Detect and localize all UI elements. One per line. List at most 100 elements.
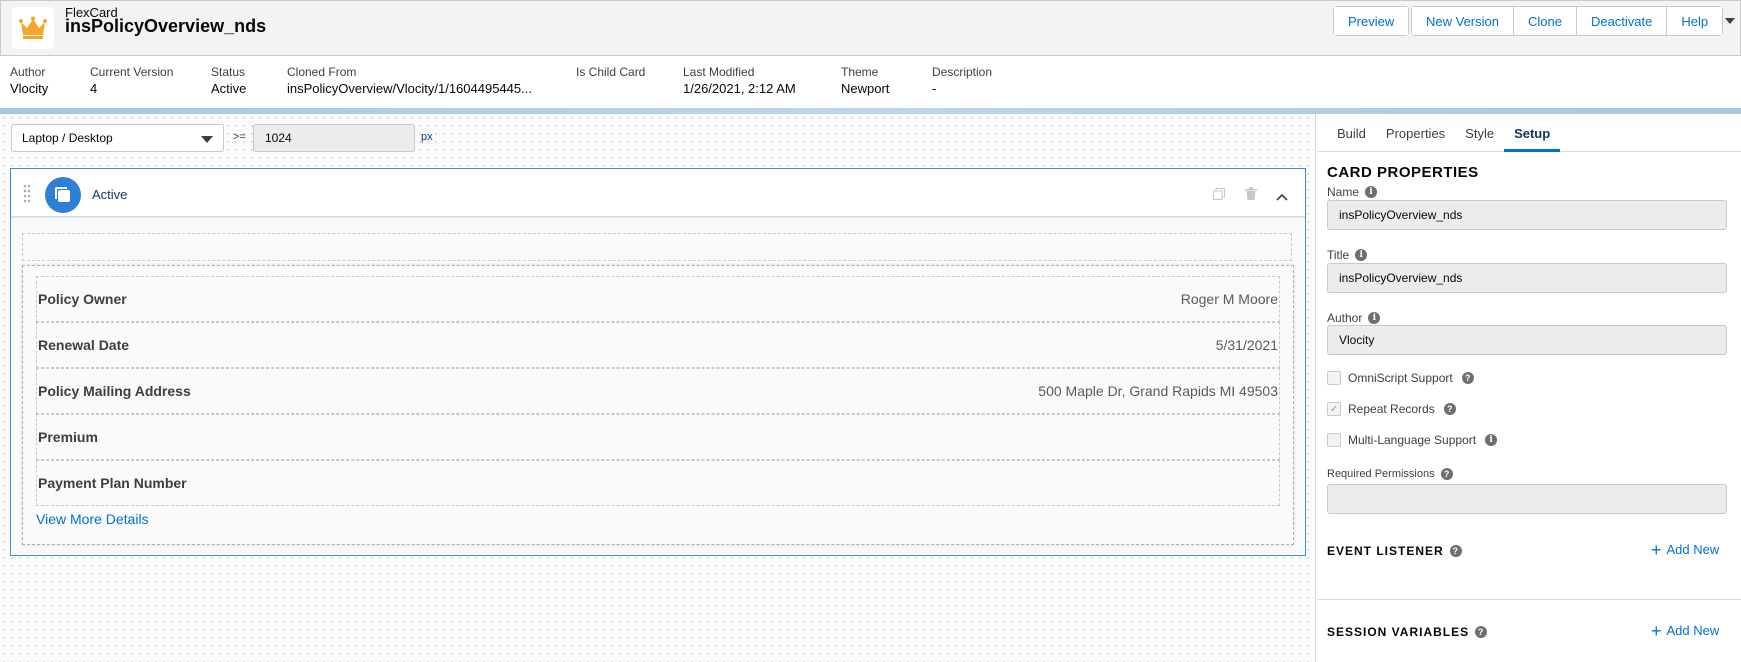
add-new-label: Add New [1666,623,1720,638]
help-icon[interactable]: ? [1461,372,1474,384]
field-value: Roger M Moore [1180,291,1278,307]
title-input[interactable]: insPolicyOverview_nds [1327,263,1727,293]
meta-author: Author Vlocity [10,65,49,96]
px-unit-label: px [421,131,433,143]
info-icon[interactable]: i [1355,249,1368,261]
app-header: FlexCard insPolicyOverview_nds Preview N… [0,0,1741,56]
session-variables-heading: SESSION VARIABLES ? [1327,625,1488,639]
device-select[interactable]: Laptop / Desktop [11,124,224,152]
author-label: Author i [1327,311,1381,325]
crown-icon [12,7,54,49]
event-listener-heading: EVENT LISTENER ? [1327,544,1462,558]
card-metadata: Author Vlocity Current Version 4 Status Act… [0,56,1741,108]
field-list: Policy Owner Roger M Moore Renewal Date … [36,276,1280,506]
field-payment-plan-number[interactable]: Payment Plan Number [36,460,1280,506]
new-version-button[interactable]: New Version [1412,7,1514,35]
repeat-records-label: Repeat Records [1348,402,1435,416]
session-variables-text: SESSION VARIABLES [1327,625,1470,639]
design-canvas: Laptop / Desktop >= 1024 px Active Polic… [0,114,1316,662]
field-label: Premium [38,429,98,445]
required-permissions-label-text: Required Permissions [1327,468,1435,480]
field-block[interactable]: Policy Owner Roger M Moore Renewal Date … [22,265,1294,545]
meta-cloned-from: Cloned From insPolicyOverview/Vlocity/1/1… [287,65,532,96]
drop-zone[interactable] [22,233,1292,261]
field-value: 5/31/2021 [1215,337,1278,353]
help-icon[interactable]: ? [1443,403,1456,415]
field-label: Policy Mailing Address [38,383,191,399]
breakpoint-width-input[interactable]: 1024 [253,124,415,152]
trash-icon[interactable] [1245,187,1257,205]
required-permissions-label: Required Permissions ? [1327,468,1453,480]
meta-description: Description - [932,65,993,96]
event-listener-text: EVENT LISTENER [1327,544,1444,558]
clone-button[interactable]: Clone [1513,7,1577,35]
field-premium[interactable]: Premium [36,414,1280,460]
meta-last-modified: Last Modified 1/26/2021, 2:12 AM [683,65,796,96]
help-icon[interactable]: ? [1449,545,1462,557]
state-label: Active [92,187,128,202]
author-input[interactable]: Vlocity [1327,325,1727,355]
copy-icon[interactable] [1213,187,1225,205]
repeat-records-row: ✓ Repeat Records ? [1327,402,1456,416]
help-button[interactable]: Help [1667,7,1723,35]
deactivate-button[interactable]: Deactivate [1576,7,1668,35]
divider [1317,599,1741,600]
chevron-down-icon[interactable] [1720,6,1740,36]
help-icon[interactable]: ? [1475,626,1488,638]
chevron-up-icon[interactable] [1276,188,1288,206]
required-permissions-input[interactable] [1327,484,1727,514]
add-event-listener-button[interactable]: + Add New [1651,539,1720,560]
card-state-container[interactable]: Active Policy Owner Roger M Moore Renewa… [10,168,1306,556]
add-session-variable-button[interactable]: + Add New [1651,620,1720,641]
meta-status: Status Active [211,65,247,96]
omniscript-support-row: OmniScript Support ? [1327,371,1474,385]
card-state-header: Active [11,169,1305,217]
panel-tabs: Build Properties Style Setup [1317,114,1741,152]
preview-button-group: Preview [1333,6,1410,36]
omniscript-support-checkbox[interactable] [1327,371,1341,385]
tab-build[interactable]: Build [1327,114,1376,152]
plus-icon: + [1651,539,1662,560]
multi-language-support-row: Multi-Language Support i [1327,433,1498,447]
title-label: Title i [1327,248,1368,262]
field-renewal-date[interactable]: Renewal Date 5/31/2021 [36,322,1280,368]
info-icon[interactable]: i [1368,312,1381,324]
name-label: Name i [1327,185,1378,199]
tab-style[interactable]: Style [1455,114,1504,152]
page-title: insPolicyOverview_nds [65,16,267,36]
plus-icon: + [1651,620,1662,641]
name-input[interactable]: insPolicyOverview_nds [1327,200,1727,230]
name-label-text: Name [1327,185,1360,199]
omniscript-support-label: OmniScript Support [1348,371,1453,385]
view-more-details-link[interactable]: View More Details [36,511,149,527]
action-button-group: New Version Clone Deactivate Help [1411,6,1724,36]
add-new-label: Add New [1666,542,1720,557]
meta-theme: Theme Newport [841,65,890,96]
field-policy-mailing-address[interactable]: Policy Mailing Address 500 Maple Dr, Gra… [36,368,1280,414]
preview-button[interactable]: Preview [1334,7,1409,35]
card-properties-heading: CARD PROPERTIES [1327,164,1479,181]
field-label: Renewal Date [38,337,130,353]
multi-language-support-label: Multi-Language Support [1348,433,1477,447]
meta-current-version: Current Version 4 [90,65,174,96]
gte-label: >= [233,131,246,143]
info-icon[interactable]: i [1485,434,1498,446]
info-icon[interactable]: i [1365,186,1378,198]
help-icon[interactable]: ? [1440,468,1453,480]
field-policy-owner[interactable]: Policy Owner Roger M Moore [36,276,1280,322]
repeat-records-checkbox[interactable]: ✓ [1327,402,1341,416]
field-label: Payment Plan Number [38,475,187,491]
multi-language-support-checkbox[interactable] [1327,433,1341,447]
title-label-text: Title [1327,248,1350,262]
drag-handle-icon[interactable] [23,184,31,204]
tab-properties[interactable]: Properties [1376,114,1455,152]
caret-down-icon [201,136,213,143]
properties-panel: Build Properties Style Setup CARD PROPER… [1317,114,1741,662]
tab-setup[interactable]: Setup [1504,114,1561,152]
device-select-value: Laptop / Desktop [22,131,113,145]
author-label-text: Author [1327,311,1363,325]
field-value: 500 Maple Dr, Grand Rapids MI 49503 [1038,383,1278,399]
meta-is-child-card: Is Child Card [576,65,646,79]
field-label: Policy Owner [38,291,127,307]
card-state-icon [45,177,81,213]
